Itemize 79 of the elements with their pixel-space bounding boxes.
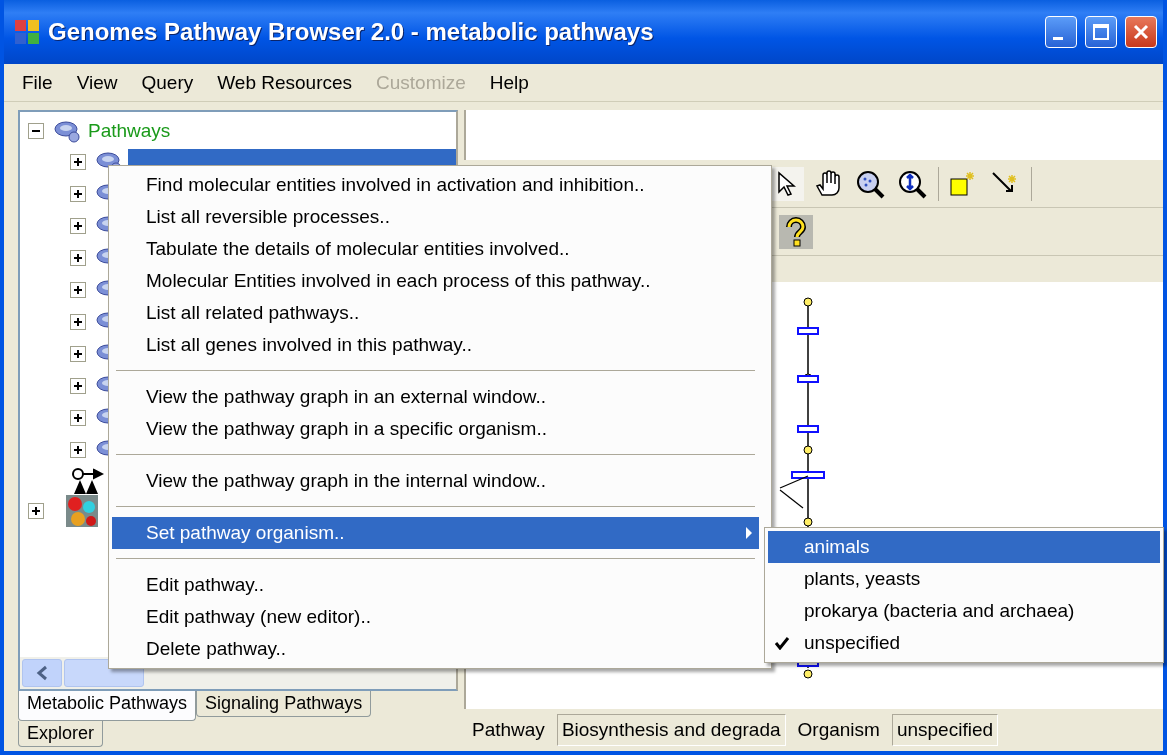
tree-expander[interactable] — [70, 186, 86, 202]
status-label: Organism — [796, 719, 881, 741]
status-label: Pathway — [471, 719, 546, 741]
metabolite-node — [803, 517, 813, 527]
menu-item[interactable]: List all reversible processes.. — [112, 201, 759, 233]
plus-icon — [73, 445, 83, 455]
tree-expander[interactable] — [70, 378, 86, 394]
plus-icon — [73, 317, 83, 327]
pathway-node-icon — [54, 118, 82, 144]
tab[interactable]: Explorer — [18, 721, 104, 747]
plus-icon — [73, 381, 83, 391]
metabolite-node — [803, 445, 813, 455]
tree-item[interactable]: Pathways — [88, 120, 171, 142]
reaction-node — [797, 327, 819, 335]
minimize-icon — [1053, 36, 1063, 40]
reaction-node — [797, 375, 819, 383]
metabolite-node — [803, 669, 813, 679]
zoom-icon[interactable] — [897, 168, 929, 199]
tree-expander[interactable] — [28, 123, 44, 139]
app-icon — [14, 19, 40, 45]
menu-item[interactable]: plants, yeasts — [768, 563, 1160, 595]
menu-item[interactable]: Edit pathway.. — [112, 569, 759, 601]
zoom-region-icon[interactable] — [855, 168, 887, 199]
plus-icon — [73, 349, 83, 359]
help-icon[interactable] — [779, 214, 813, 249]
tree-expander[interactable] — [28, 503, 44, 519]
minimize-button[interactable] — [1045, 16, 1077, 48]
maximize-button[interactable] — [1085, 16, 1117, 48]
plus-icon — [73, 189, 83, 199]
menu-item[interactable]: prokarya (bacteria and archaea) — [768, 595, 1160, 627]
tree-expander[interactable] — [70, 442, 86, 458]
menu-item[interactable]: Query — [129, 71, 206, 94]
tree-expander[interactable] — [70, 154, 86, 170]
menu-item[interactable]: Set pathway organism.. — [112, 517, 759, 549]
close-icon — [1132, 23, 1150, 41]
plus-icon — [73, 413, 83, 423]
menu-item[interactable]: Help — [477, 71, 541, 94]
reaction-node — [797, 425, 819, 433]
signaling-node-icon — [70, 466, 104, 496]
menu-item[interactable]: Molecular Entities involved in each process of this pathway.. — [112, 265, 759, 297]
plus-icon — [73, 253, 83, 263]
menu-item[interactable]: List all related pathways.. — [112, 297, 759, 329]
tree-expander[interactable] — [70, 314, 86, 330]
menu-item[interactable]: List all genes involved in this pathway.. — [112, 329, 759, 361]
status-value: Biosynthesis and degrada — [556, 714, 786, 746]
status-value: unspecified — [891, 714, 998, 746]
tab[interactable]: Metabolic Pathways — [18, 691, 197, 721]
tree-expander[interactable] — [70, 218, 86, 234]
menu-item[interactable]: View the pathway graph in an external window.. — [112, 381, 759, 413]
scroll-left-button[interactable] — [22, 659, 62, 687]
plus-icon — [73, 285, 83, 295]
menu-item[interactable]: File — [10, 71, 65, 94]
menu-item[interactable]: Tabulate the details of molecular entities involved.. — [112, 233, 759, 265]
protein-node-icon — [66, 495, 98, 527]
reaction-node — [791, 471, 825, 479]
menu-item[interactable]: Delete pathway.. — [112, 633, 759, 665]
menu-item[interactable]: Find molecular entities involved in activation and inhibition.. — [112, 169, 759, 201]
edge-line — [779, 489, 804, 509]
menu-item[interactable]: View the pathway graph in the internal window.. — [112, 465, 759, 497]
tab[interactable]: Signaling Pathways — [196, 691, 372, 717]
window-title: Genomes Pathway Browser 2.0 - metabolic pathways — [48, 18, 655, 46]
plus-icon — [73, 157, 83, 167]
tree-expander[interactable] — [70, 346, 86, 362]
metabolite-node — [803, 297, 813, 307]
menu-item[interactable]: Edit pathway (new editor).. — [112, 601, 759, 633]
tree-expander[interactable] — [70, 250, 86, 266]
plus-icon — [31, 506, 41, 516]
pointer-tool-icon[interactable] — [776, 170, 798, 197]
menu-item[interactable]: View — [64, 71, 130, 94]
menu-item[interactable]: animals — [768, 531, 1160, 563]
close-button[interactable] — [1125, 16, 1157, 48]
submenu-arrow-icon — [745, 526, 753, 540]
tree-expander[interactable] — [70, 282, 86, 298]
maximize-icon — [1092, 23, 1110, 41]
menu-item[interactable]: unspecified — [768, 627, 1160, 659]
tree-expander[interactable] — [70, 410, 86, 426]
menu-item[interactable]: View the pathway graph in a specific organism.. — [112, 413, 759, 445]
menu-item[interactable]: Web Resources — [205, 71, 365, 94]
plus-icon — [73, 221, 83, 231]
